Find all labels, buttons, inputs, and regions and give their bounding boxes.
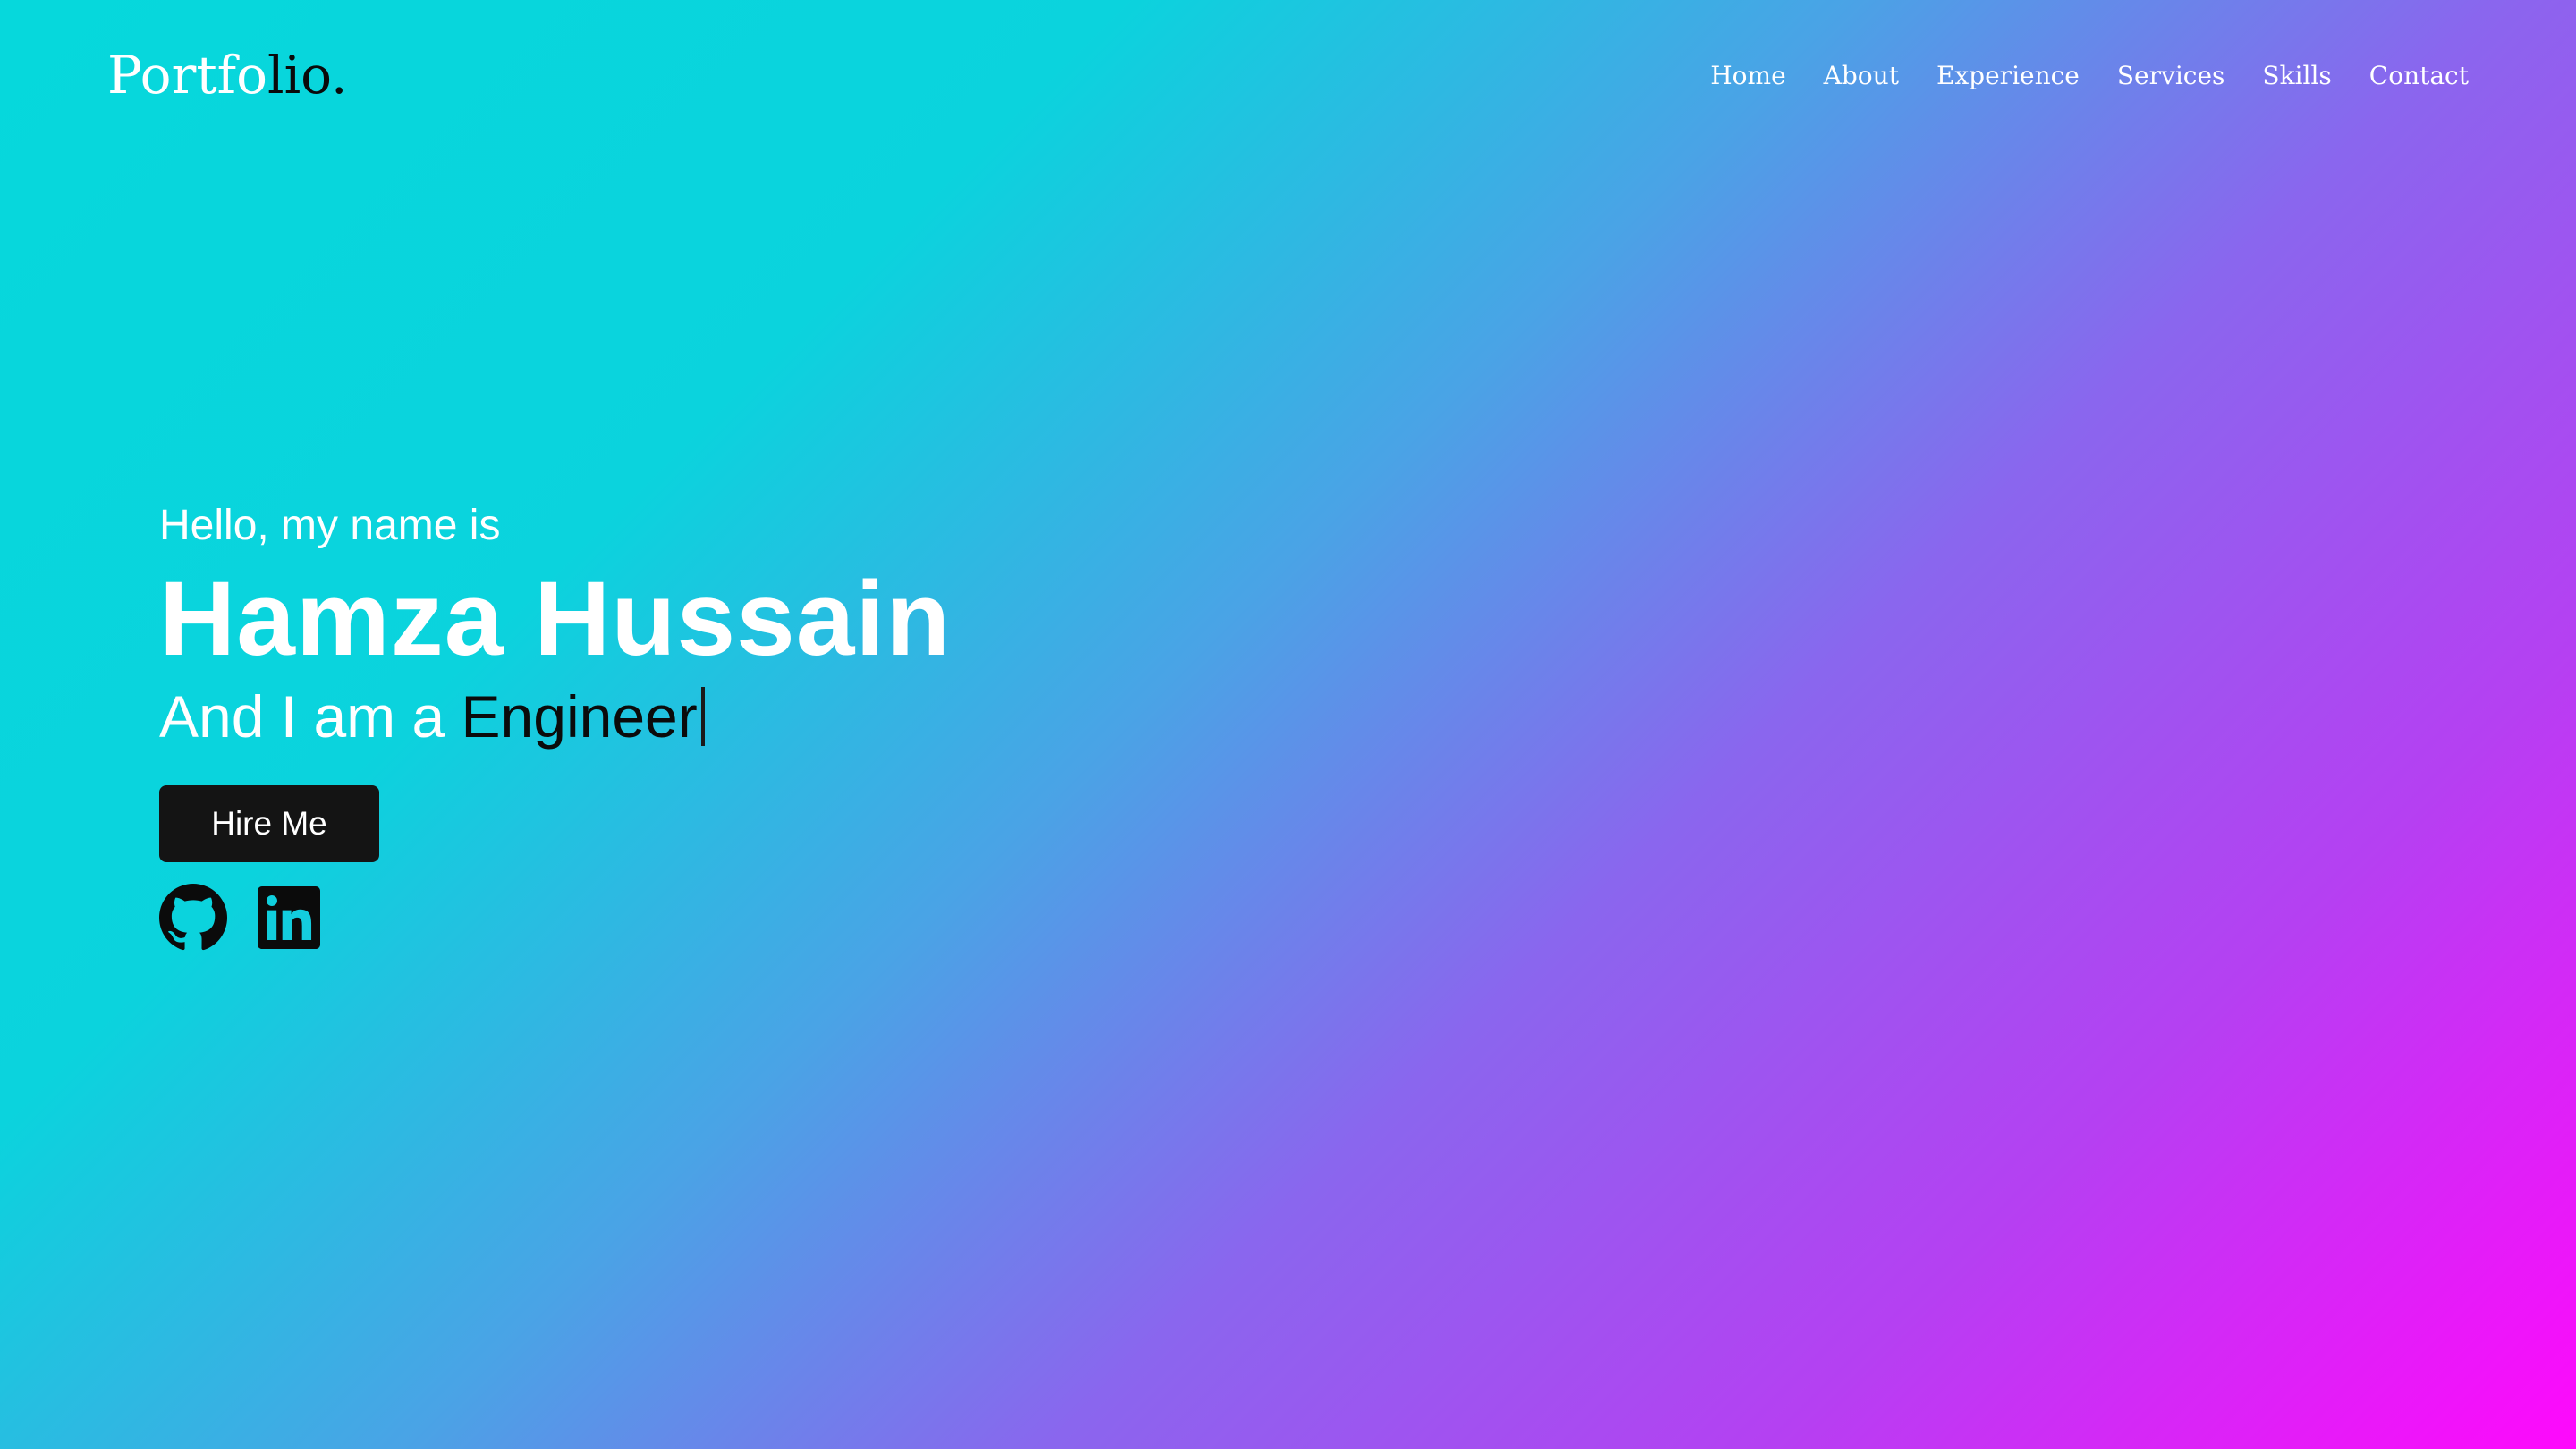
nav-experience-link[interactable]: Experience [1936,54,2080,98]
github-link[interactable] [159,884,227,952]
hero-name: Hamza Hussain [159,560,952,678]
site-logo[interactable]: Portfolio. [107,39,347,111]
nav-skills-link[interactable]: Skills [2262,54,2331,98]
linkedin-link[interactable] [258,886,320,950]
role-prefix: And I am a [159,683,462,750]
typing-caret [700,687,705,746]
github-icon [159,884,227,951]
hero-greeting: Hello, my name is [159,502,501,549]
hero-role-line: And I am a Engineer [159,678,1233,755]
role-typed-word: Engineer [461,683,698,750]
main-nav: Home About Experience Services Skills Co… [1710,54,2469,98]
hero-section: Hello, my name is Hamza Hussain And I am… [159,497,1233,952]
logo-text-dark: lio. [267,45,348,106]
logo-text-light: Portfo [107,45,268,106]
site-header: Portfolio. Home About Experience Service… [0,0,2576,152]
nav-services-link[interactable]: Services [2117,54,2225,98]
social-links [159,884,1233,952]
nav-home-link[interactable]: Home [1710,54,1785,98]
linkedin-icon [258,886,320,949]
nav-contact-link[interactable]: Contact [2369,54,2469,98]
nav-about-link[interactable]: About [1824,54,1899,98]
hire-me-button[interactable]: Hire Me [159,785,379,862]
